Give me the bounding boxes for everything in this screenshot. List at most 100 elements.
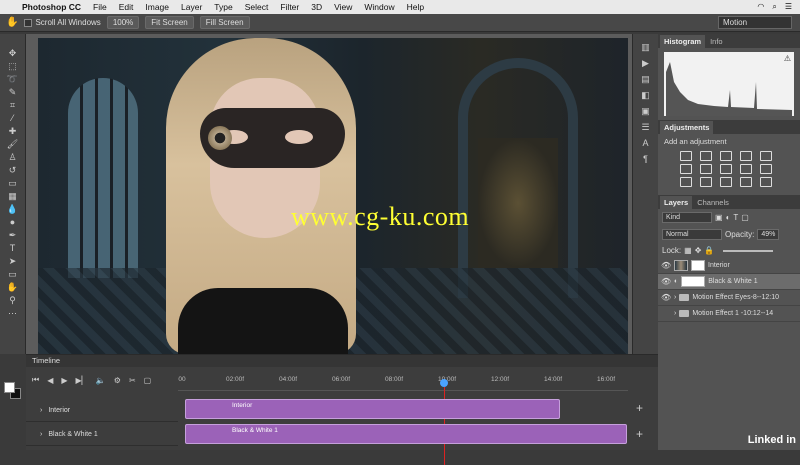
layer-row[interactable]: 👁 ◐ Black & White 1 <box>658 274 800 290</box>
next-frame-icon[interactable]: ▶▏ <box>76 376 88 385</box>
type-tool-icon[interactable]: T <box>4 243 22 254</box>
blur-tool-icon[interactable]: 💧 <box>4 204 22 215</box>
channel-mixer-icon[interactable] <box>760 164 772 174</box>
tab-channels[interactable]: Channels <box>693 196 733 209</box>
selective-color-icon[interactable] <box>760 177 772 187</box>
kind-select[interactable]: Kind <box>662 212 712 223</box>
workspace-select[interactable]: Motion <box>718 16 792 29</box>
menu-window[interactable]: Window <box>364 2 394 12</box>
healing-tool-icon[interactable]: ✚ <box>4 126 22 137</box>
menu-view[interactable]: View <box>334 2 352 12</box>
filter-pixel-icon[interactable]: ▣ <box>715 213 723 222</box>
play-icon[interactable]: ▶ <box>61 376 67 385</box>
more-tools-icon[interactable]: ⋯ <box>4 308 22 319</box>
visibility-eye-icon[interactable]: 👁 <box>661 261 671 270</box>
brightness-icon[interactable] <box>680 151 692 161</box>
tab-info[interactable]: Info <box>706 35 727 48</box>
app-name[interactable]: Photoshop CC <box>22 2 81 12</box>
levels-icon[interactable] <box>700 151 712 161</box>
menu-type[interactable]: Type <box>214 2 232 12</box>
tab-adjustments[interactable]: Adjustments <box>660 121 714 134</box>
properties-panel-icon[interactable]: ☰ <box>637 122 655 133</box>
character-panel-icon[interactable]: A <box>637 138 655 149</box>
posterize-icon[interactable] <box>700 177 712 187</box>
lasso-tool-icon[interactable]: ➰ <box>4 74 22 85</box>
gradient-tool-icon[interactable]: ▦ <box>4 191 22 202</box>
vibrance-icon[interactable] <box>760 151 772 161</box>
menu-layer[interactable]: Layer <box>181 2 202 12</box>
time-ruler[interactable]: 00 02:00f 04:00f 06:00f 08:00f 10:00f 12… <box>178 369 628 465</box>
crop-tool-icon[interactable]: ⌗ <box>4 100 22 111</box>
play-panel-icon[interactable]: ▶ <box>637 58 655 69</box>
menu-image[interactable]: Image <box>145 2 169 12</box>
history-brush-icon[interactable]: ↺ <box>4 165 22 176</box>
fill-screen-button[interactable]: Fill Screen <box>199 16 250 29</box>
add-media-icon[interactable]: + <box>636 401 643 415</box>
pen-tool-icon[interactable]: ✒ <box>4 230 22 241</box>
tab-histogram[interactable]: Histogram <box>660 35 706 48</box>
quick-select-tool-icon[interactable]: ✎ <box>4 87 22 98</box>
track-black-white[interactable]: › Black & White 1 <box>26 424 178 446</box>
clip-black-white[interactable]: Black & White 1 <box>185 424 627 444</box>
blend-mode-select[interactable]: Normal <box>662 229 722 240</box>
swatch-panel-icon[interactable]: ▤ <box>637 74 655 85</box>
zoom-tool-icon[interactable]: ⚲ <box>4 295 22 306</box>
move-tool-icon[interactable]: ✥ <box>4 48 22 59</box>
warning-icon[interactable]: ⚠ <box>784 54 791 63</box>
scroll-all-windows-checkbox[interactable]: Scroll All Windows <box>24 18 101 27</box>
eyedropper-tool-icon[interactable]: ⁄ <box>4 113 22 124</box>
add-media-icon[interactable]: + <box>636 427 643 441</box>
chevron-right-icon[interactable]: › <box>674 294 676 301</box>
photo-filter-icon[interactable] <box>740 164 752 174</box>
hue-saturation-icon[interactable] <box>680 164 692 174</box>
marquee-tool-icon[interactable]: ⬚ <box>4 61 22 72</box>
transition-icon[interactable]: ▢ <box>144 376 152 385</box>
foreground-color-swatch[interactable] <box>4 382 15 393</box>
tab-layers[interactable]: Layers <box>660 196 693 209</box>
canvas-image[interactable] <box>38 38 628 354</box>
adjust-panel-icon[interactable]: ◧ <box>637 90 655 101</box>
first-frame-icon[interactable]: ⏮ <box>32 375 39 385</box>
playhead-handle[interactable] <box>440 379 448 387</box>
stamp-tool-icon[interactable]: ♙ <box>4 152 22 163</box>
threshold-icon[interactable] <box>720 177 732 187</box>
dodge-tool-icon[interactable]: ● <box>4 217 22 228</box>
black-white-icon[interactable] <box>720 164 732 174</box>
clip-interior[interactable]: Interior <box>185 399 560 419</box>
hand-tool-icon[interactable]: ✋ <box>6 17 18 28</box>
styles-panel-icon[interactable]: ▣ <box>637 106 655 117</box>
menu-edit[interactable]: Edit <box>119 2 134 12</box>
menu-select[interactable]: Select <box>245 2 269 12</box>
exposure-icon[interactable] <box>740 151 752 161</box>
split-icon[interactable]: ✂ <box>129 376 136 385</box>
menu-help[interactable]: Help <box>407 2 424 12</box>
invert-icon[interactable] <box>680 177 692 187</box>
shape-tool-icon[interactable]: ▭ <box>4 269 22 280</box>
menu-3d[interactable]: 3D <box>311 2 322 12</box>
filter-adjust-icon[interactable]: ◐ <box>726 213 731 222</box>
visibility-eye-icon[interactable]: 👁 <box>661 277 671 286</box>
prev-frame-icon[interactable]: ◀ <box>47 376 53 385</box>
hand-tool-icon[interactable]: ✋ <box>4 282 22 293</box>
zoom-100-button[interactable]: 100% <box>106 16 140 29</box>
layer-group-row[interactable]: 👁 › Motion Effect Eyes-8--12:10 <box>658 290 800 306</box>
histogram-panel-icon[interactable]: ▥ <box>637 42 655 53</box>
paragraph-panel-icon[interactable]: ¶ <box>637 154 655 165</box>
visibility-eye-icon[interactable]: 👁 <box>661 293 671 302</box>
eraser-tool-icon[interactable]: ▭ <box>4 178 22 189</box>
track-interior[interactable]: › Interior <box>26 400 178 422</box>
settings-icon[interactable]: ⚙ <box>114 376 121 385</box>
lock-pixels-icon[interactable]: ▦ <box>684 246 692 255</box>
gradient-map-icon[interactable] <box>740 177 752 187</box>
audio-icon[interactable]: 🔈 <box>96 376 106 385</box>
opacity-input[interactable]: 49% <box>757 229 780 240</box>
brush-tool-icon[interactable]: 🖌 <box>4 139 22 150</box>
filter-shape-icon[interactable]: ▢ <box>741 213 749 222</box>
chevron-right-icon[interactable]: › <box>674 310 676 317</box>
menu-file[interactable]: File <box>93 2 107 12</box>
menu-filter[interactable]: Filter <box>280 2 299 12</box>
filter-type-icon[interactable]: T <box>733 213 738 222</box>
lock-move-icon[interactable]: ✥ <box>695 246 702 255</box>
layer-group-row[interactable]: › Motion Effect 1 -10:12--14 <box>658 306 800 322</box>
curves-icon[interactable] <box>720 151 732 161</box>
